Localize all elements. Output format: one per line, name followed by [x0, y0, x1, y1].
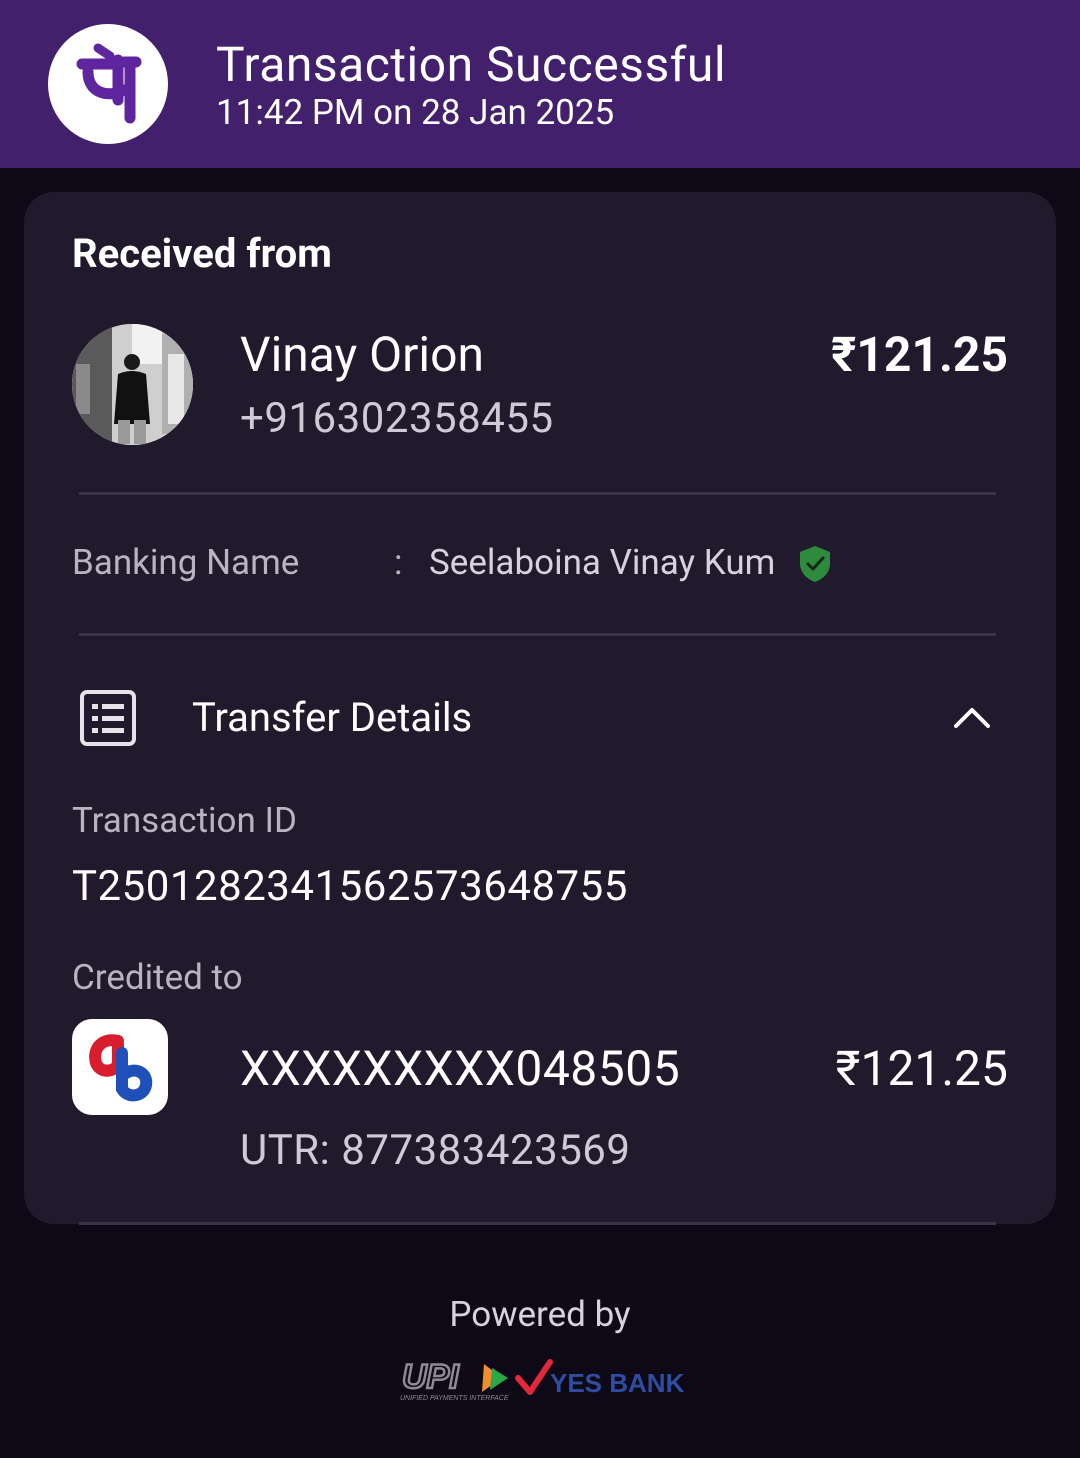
transfer-details-toggle[interactable]: Transfer Details [192, 694, 472, 741]
powered-by-label: Powered by [449, 1294, 631, 1335]
svg-text:YES BANK: YES BANK [550, 1368, 684, 1398]
credited-amount: ₹121.25 [835, 1040, 1008, 1097]
chevron-up-icon[interactable] [948, 696, 996, 736]
receipt-list-icon [80, 690, 136, 746]
sender-avatar[interactable] [72, 324, 193, 445]
sender-phone: +916302358455 [240, 394, 554, 443]
phonepe-logo-icon [48, 24, 168, 144]
utr-number[interactable]: UTR: 877383423569 [240, 1126, 631, 1175]
transaction-id-value[interactable]: T2501282341562573648755 [72, 862, 628, 911]
svg-text:UNIFIED PAYMENTS INTERFACE: UNIFIED PAYMENTS INTERFACE [400, 1395, 509, 1402]
transaction-id-label: Transaction ID [72, 800, 297, 841]
divider [79, 633, 996, 636]
credited-to-label: Credited to [72, 957, 243, 998]
bank-logo-icon [72, 1019, 168, 1115]
credited-account-number: XXXXXXXXX048505 [240, 1040, 681, 1097]
transaction-datetime: 11:42 PM on 28 Jan 2025 [216, 92, 615, 133]
banking-name-label: Banking Name [72, 542, 300, 583]
svg-text:UPI: UPI [402, 1358, 460, 1396]
divider [79, 1222, 996, 1225]
yes-bank-logo: YES BANK [515, 1359, 684, 1398]
verified-shield-icon [800, 546, 830, 582]
status-title: Transaction Successful [216, 36, 727, 93]
transaction-status-header: Transaction Successful 11:42 PM on 28 Ja… [0, 0, 1080, 168]
received-from-heading: Received from [72, 230, 332, 277]
sender-name: Vinay Orion [240, 326, 484, 383]
banking-name-separator: : [394, 542, 403, 583]
banking-name-value: Seelaboina Vinay Kum [429, 542, 776, 583]
divider [79, 492, 996, 495]
upi-logo: UPI UNIFIED PAYMENTS INTERFACE [400, 1358, 509, 1402]
received-amount: ₹121.25 [831, 326, 1008, 383]
